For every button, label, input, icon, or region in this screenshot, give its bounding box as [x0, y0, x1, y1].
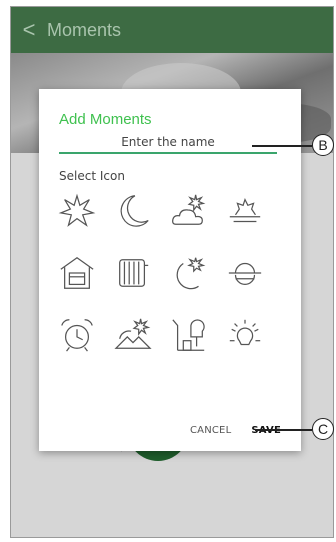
starburst-icon[interactable] — [55, 189, 99, 233]
callout-line-b — [252, 145, 312, 147]
moment-name-input[interactable] — [59, 132, 277, 154]
callout-b: B — [312, 134, 334, 156]
save-button[interactable]: SAVE — [251, 425, 281, 436]
garage-icon[interactable] — [55, 251, 99, 295]
home-tree-icon[interactable] — [167, 313, 211, 357]
cancel-button[interactable]: CANCEL — [190, 425, 231, 436]
cloud-star-icon[interactable] — [167, 189, 211, 233]
select-icon-label: Select Icon — [59, 169, 125, 183]
horizon-icon[interactable] — [223, 251, 267, 295]
back-icon: < — [22, 17, 36, 42]
callout-c: C — [312, 418, 334, 440]
sunrise-icon[interactable] — [223, 189, 267, 233]
radiator-icon[interactable] — [111, 251, 155, 295]
light-bulb-icon[interactable] — [223, 313, 267, 357]
moon-icon[interactable] — [111, 189, 155, 233]
mountain-sun-icon[interactable] — [111, 313, 155, 357]
dialog-title: Add Moments — [59, 111, 152, 128]
moon-star-icon[interactable] — [167, 251, 211, 295]
alarm-clock-icon[interactable] — [55, 313, 99, 357]
back-button[interactable]: < — [11, 7, 47, 53]
page-title: Moments — [47, 19, 122, 40]
app-bar: < Moments — [11, 7, 333, 53]
callout-line-c — [255, 429, 312, 431]
dialog-actions: CANCEL SAVE — [190, 425, 281, 436]
add-moments-dialog: Add Moments Select Icon — [39, 89, 301, 451]
